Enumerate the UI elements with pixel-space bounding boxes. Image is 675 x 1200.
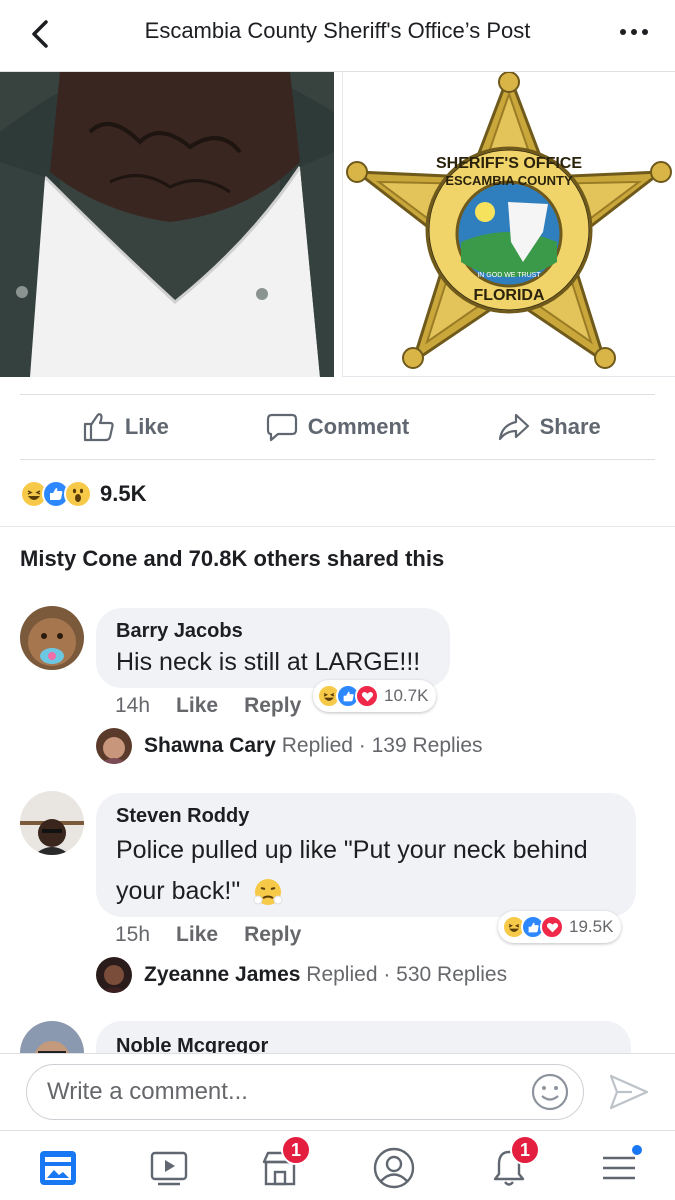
comment-meta: 14h Like Reply — [115, 694, 301, 718]
comment-time: 14h — [115, 694, 151, 717]
commenter-name[interactable]: Steven Roddy — [116, 805, 616, 828]
thumbs-up-icon — [83, 413, 114, 442]
comment-item: Barry Jacobs His neck is still at LARGE!… — [20, 606, 660, 776]
comment-bubble[interactable]: Noble Mcgregor — [96, 1021, 631, 1053]
comment-like-button[interactable]: Like — [176, 694, 218, 718]
mugshot-photo[interactable] — [0, 72, 334, 377]
commenter-avatar[interactable] — [20, 606, 84, 670]
replier-name: Zyeanne James — [144, 963, 301, 986]
replier-avatar — [96, 728, 132, 764]
comment-icon — [266, 413, 297, 442]
tab-watch[interactable] — [144, 1143, 194, 1193]
love-reaction-icon — [540, 915, 564, 939]
commenter-avatar[interactable] — [20, 1021, 84, 1053]
send-arrow-icon — [609, 1074, 649, 1110]
badge-motto-text: IN GOD WE TRUST — [477, 272, 541, 279]
reply-count: · 139 Replies — [358, 734, 483, 757]
replied-word: Replied — [306, 963, 378, 986]
tab-notifications[interactable]: 1 — [484, 1135, 540, 1193]
section-divider — [0, 526, 675, 527]
replies-link[interactable]: Zyeanne James Replied · 530 Replies — [96, 957, 507, 993]
shared-summary[interactable]: Misty Cone and 70.8K others shared this — [20, 546, 444, 572]
comment-label: Comment — [307, 414, 410, 439]
steam-face-emoji-icon — [253, 878, 283, 905]
notifications-badge: 1 — [510, 1135, 540, 1165]
replier-avatar — [96, 957, 132, 993]
comment-reaction-count: 19.5K — [569, 917, 614, 936]
smiley-icon — [531, 1073, 569, 1111]
comment-time: 15h — [115, 923, 151, 946]
replied-word: Replied — [281, 734, 353, 757]
share-label: Share — [539, 414, 601, 439]
comment-bubble[interactable]: Barry Jacobs His neck is still at LARGE!… — [96, 608, 450, 688]
sheriff-badge-photo[interactable]: SHERIFF'S OFFICE ESCAMBIA COUNTY IN GOD … — [342, 69, 675, 377]
reaction-count: 9.5K — [100, 481, 147, 506]
menu-notification-dot — [630, 1143, 644, 1157]
love-reaction-icon — [355, 684, 379, 708]
tab-menu[interactable] — [594, 1143, 644, 1193]
badge-top-text: SHERIFF'S OFFICE — [436, 155, 582, 172]
tab-news-feed[interactable] — [33, 1143, 83, 1193]
comment-like-button[interactable]: Like — [176, 923, 218, 947]
share-button[interactable]: Share — [443, 395, 655, 459]
comment-meta: 15h Like Reply — [115, 923, 301, 947]
commenter-avatar[interactable] — [20, 791, 84, 855]
comment-button[interactable]: Comment — [232, 395, 444, 459]
post-reactions-summary[interactable]: 9.5K — [20, 476, 146, 512]
reply-count: · 530 Replies — [383, 963, 508, 986]
marketplace-badge: 1 — [281, 1135, 311, 1165]
commenter-name[interactable]: Barry Jacobs — [116, 620, 430, 643]
comment-reaction-pill[interactable]: 10.7K — [313, 680, 437, 712]
post-title: Escambia County Sheriff's Office’s Post — [144, 18, 531, 43]
post-header: Escambia County Sheriff's Office’s Post — [0, 0, 675, 72]
comment-item: Steven Roddy Police pulled up like "Put … — [20, 791, 660, 1001]
replies-link[interactable]: Shawna Cary Replied · 139 Replies — [96, 728, 483, 764]
comment-reply-button[interactable]: Reply — [244, 923, 301, 947]
bottom-tab-bar: 1 1 — [0, 1130, 675, 1200]
comment-compose-bar: Write a comment... — [0, 1053, 675, 1129]
comment-reaction-pill[interactable]: 19.5K — [498, 911, 622, 943]
commenter-name[interactable]: Noble Mcgregor — [116, 1035, 611, 1053]
post-action-bar: Like Comment Share — [20, 394, 655, 460]
send-button[interactable] — [608, 1072, 650, 1112]
comment-reply-button[interactable]: Reply — [244, 694, 301, 718]
replier-name: Shawna Cary — [144, 734, 276, 757]
video-play-icon — [150, 1151, 188, 1186]
share-arrow-icon — [498, 413, 529, 441]
comment-text: His neck is still at LARGE!!! — [116, 648, 421, 676]
more-dots-icon — [620, 29, 648, 35]
reaction-icons — [20, 480, 92, 508]
comment-reaction-count: 10.7K — [384, 686, 429, 705]
like-label: Like — [124, 414, 169, 439]
badge-county-text: ESCAMBIA COUNTY — [445, 173, 573, 188]
comment-text-line-2: your back!" — [116, 877, 241, 905]
more-options-button[interactable] — [619, 20, 649, 44]
wow-reaction-icon — [64, 480, 92, 508]
comment-text-line-1: Police pulled up like "Put your neck beh… — [116, 836, 588, 864]
like-button[interactable]: Like — [20, 395, 232, 459]
tab-profile[interactable] — [369, 1143, 419, 1193]
news-feed-icon — [40, 1151, 76, 1185]
comment-item: Noble Mcgregor — [20, 1021, 660, 1053]
comment-input[interactable]: Write a comment... — [26, 1064, 584, 1120]
tab-marketplace[interactable]: 1 — [255, 1135, 311, 1193]
post-photos: SHERIFF'S OFFICE ESCAMBIA COUNTY IN GOD … — [0, 69, 675, 378]
comment-bubble[interactable]: Steven Roddy Police pulled up like "Put … — [96, 793, 636, 917]
emoji-button[interactable] — [530, 1072, 570, 1112]
badge-bottom-text: FLORIDA — [473, 287, 545, 304]
profile-icon — [373, 1147, 415, 1189]
